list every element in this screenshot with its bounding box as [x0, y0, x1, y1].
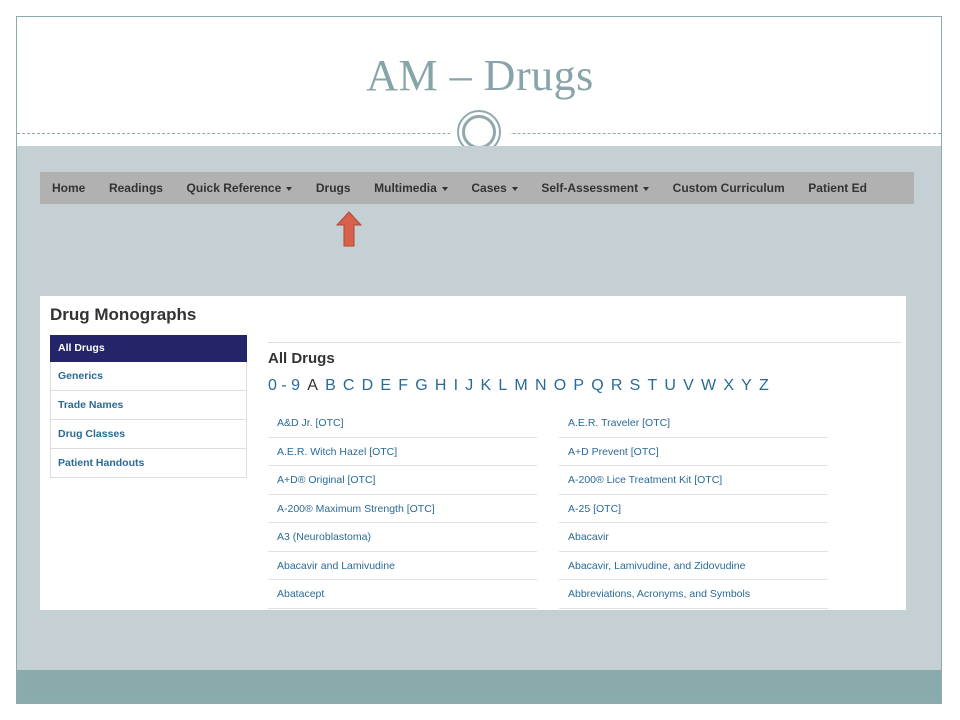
letter-link[interactable]: H	[435, 377, 447, 395]
letter-link[interactable]: F	[398, 377, 408, 395]
caret-down-icon	[511, 186, 518, 191]
top-navbar: Home Readings Quick Reference Drugs Multimed…	[40, 172, 914, 204]
letter-link[interactable]: Y	[741, 377, 752, 395]
letter-link[interactable]: M	[514, 377, 527, 395]
sidebar-item-trade-names[interactable]: Trade Names	[50, 391, 247, 420]
drug-list-right: A.E.R. Traveler [OTC] A+D Prevent [OTC] A-…	[559, 409, 828, 609]
drug-link[interactable]: Abacavir	[559, 523, 828, 552]
nav-item-cases[interactable]: Cases	[460, 181, 530, 195]
letter-link[interactable]: 0 - 9	[268, 377, 300, 395]
letter-link[interactable]: N	[535, 377, 547, 395]
letter-link[interactable]: S	[630, 377, 641, 395]
letter-link[interactable]: A	[307, 377, 318, 395]
drug-monographs-panel: Drug Monographs All Drugs Generics Trade N…	[40, 296, 906, 610]
nav-item-label: Home	[52, 181, 86, 195]
nav-item-label: Cases	[471, 181, 507, 195]
nav-item-drugs[interactable]: Drugs	[304, 181, 362, 195]
drug-link[interactable]: Abacavir, Lamivudine, and Zidovudine	[559, 552, 828, 580]
nav-item-patient-ed[interactable]: Patient Ed	[796, 181, 878, 195]
letter-link[interactable]: D	[362, 377, 374, 395]
nav-item-custom-curriculum[interactable]: Custom Curriculum	[661, 181, 797, 195]
nav-item-quick-reference[interactable]: Quick Reference	[175, 181, 304, 195]
panel-title: Drug Monographs	[50, 305, 197, 324]
drug-link[interactable]: A.E.R. Witch Hazel [OTC]	[268, 438, 537, 466]
nav-item-home[interactable]: Home	[40, 181, 97, 195]
nav-item-label: Multimedia	[374, 181, 437, 195]
nav-item-label: Readings	[108, 181, 163, 195]
alphabet-index: 0 - 9 ABCDEFGHIJKLMNOPQRSTUVWXYZ	[268, 377, 898, 395]
nav-item-self-assessment[interactable]: Self-Assessment	[530, 181, 661, 195]
nav-item-label: Custom Curriculum	[672, 181, 785, 195]
sidebar-item-drug-classes[interactable]: Drug Classes	[50, 420, 247, 449]
drug-link[interactable]: A-200® Maximum Strength [OTC]	[268, 495, 537, 523]
drug-list-left: A&D Jr. [OTC] A.E.R. Witch Hazel [OTC] A+D…	[268, 409, 537, 609]
sidebar-item-all-drugs[interactable]: All Drugs	[50, 335, 247, 362]
letter-link[interactable]: G	[415, 377, 427, 395]
letter-link[interactable]: E	[380, 377, 391, 395]
letter-link[interactable]: Q	[591, 377, 603, 395]
letter-link[interactable]: V	[683, 377, 694, 395]
drug-link[interactable]: Abatacept	[268, 580, 537, 609]
letter-link[interactable]: K	[480, 377, 491, 395]
letter-link[interactable]: P	[573, 377, 584, 395]
letter-link[interactable]: I	[454, 377, 458, 395]
main-title: All Drugs	[268, 350, 335, 367]
letter-link[interactable]: W	[701, 377, 716, 395]
nav-item-label: Drugs	[315, 181, 351, 195]
nav-item-label: Patient Ed	[808, 181, 867, 195]
letter-link[interactable]: J	[465, 377, 473, 395]
caret-down-icon	[441, 186, 448, 191]
drug-link[interactable]: Abbreviations, Acronyms, and Symbols	[559, 580, 828, 609]
sidebar-item-patient-handouts[interactable]: Patient Handouts	[50, 449, 247, 478]
drug-link[interactable]: A3 (Neuroblastoma)	[268, 523, 537, 552]
letter-link[interactable]: C	[343, 377, 355, 395]
caret-down-icon	[643, 186, 650, 191]
drug-link[interactable]: Abacavir and Lamivudine	[268, 552, 537, 580]
slide-title: AM – Drugs	[366, 51, 594, 100]
up-arrow-icon	[336, 211, 362, 247]
drug-link[interactable]: A&D Jr. [OTC]	[268, 409, 537, 438]
divider	[268, 342, 901, 343]
letter-link[interactable]: Z	[759, 377, 769, 395]
nav-item-label: Quick Reference	[186, 181, 282, 195]
sidebar-item-generics[interactable]: Generics	[50, 362, 247, 391]
drug-link[interactable]: A+D® Original [OTC]	[268, 466, 537, 495]
nav-item-multimedia[interactable]: Multimedia	[362, 181, 459, 195]
letter-link[interactable]: T	[647, 377, 657, 395]
nav-item-readings[interactable]: Readings	[97, 181, 175, 195]
circle-ornament-inner	[462, 115, 496, 149]
letter-link[interactable]: R	[611, 377, 623, 395]
letter-link[interactable]: B	[325, 377, 336, 395]
caret-down-icon	[286, 186, 293, 191]
drug-link[interactable]: A-200® Lice Treatment Kit [OTC]	[559, 466, 828, 495]
letter-link[interactable]: U	[664, 377, 676, 395]
drug-link[interactable]: A+D Prevent [OTC]	[559, 438, 828, 466]
letter-link[interactable]: O	[554, 377, 566, 395]
footer-band	[17, 670, 941, 703]
nav-item-label: Self-Assessment	[541, 181, 639, 195]
drug-link[interactable]: A.E.R. Traveler [OTC]	[559, 409, 828, 438]
letter-link[interactable]: L	[498, 377, 507, 395]
sidebar: All Drugs Generics Trade Names Drug Classes…	[50, 335, 247, 478]
letter-link[interactable]: X	[723, 377, 734, 395]
drug-link[interactable]: A-25 [OTC]	[559, 495, 828, 523]
